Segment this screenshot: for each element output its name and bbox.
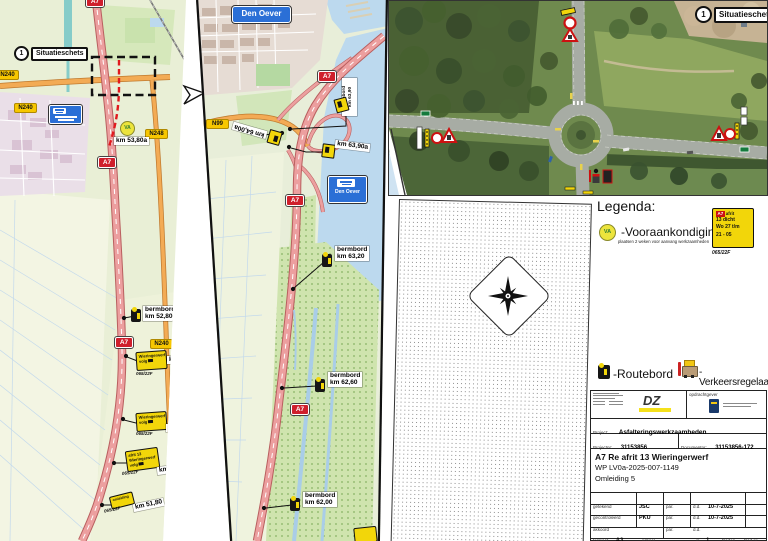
signoff-row-gecontroleerd: gecontroleerd PKU par. d.d. 10-7-2025	[591, 504, 766, 521]
bermbord-line2: km 63,90	[348, 86, 354, 108]
ref-number: 1	[695, 6, 712, 23]
routebord-label: -Routebord	[613, 367, 674, 381]
bermbord-line2: km 52,80	[145, 313, 173, 321]
vooraankondiging-label: -Vooraankondiging	[621, 225, 722, 239]
vooraankondiging-icon: VA	[599, 224, 616, 241]
legend-title: Legenda:	[597, 198, 656, 214]
route-sign-inner-panel	[53, 108, 66, 114]
bermbord-line1: bermbord	[337, 246, 368, 253]
left-map-art	[0, 0, 186, 541]
bermbord-label: bermbord km 52,80	[143, 306, 178, 321]
map-ref-situatieschets: 1 Situatieschets	[14, 46, 89, 61]
drawing-title: A7 Re afrit 13 Wieringerwerf WP LV0a-202…	[591, 449, 766, 493]
sample-sign-line: afrit	[725, 211, 735, 216]
company-block: DZ	[591, 391, 687, 418]
routebord-icon	[290, 496, 300, 511]
sample-sign-road: A7	[716, 211, 725, 217]
plan-area-hatched	[390, 199, 592, 541]
km-label: km 52,20	[166, 424, 196, 432]
formaat-row: formaat A3 schaal nvt in 1 bladen blad n…	[591, 527, 766, 541]
mini-shield-chip	[138, 461, 144, 466]
a7-shield: A7	[97, 156, 117, 169]
km-label: km 53,80a	[114, 137, 150, 145]
junction-sign-number-box	[337, 179, 355, 187]
aerial-photo: 1 Situatieschets	[388, 0, 768, 196]
client-block: opdrachtgever	[687, 391, 766, 418]
a7-shield: A7	[85, 0, 105, 8]
title-line-2: WP LV0a-2025-007-1149	[595, 463, 679, 473]
bermbord-line2: km 63,20	[337, 253, 365, 261]
bermbord-label: bermbord km 62,60	[328, 372, 363, 387]
aerial-art	[389, 1, 767, 195]
signoff-row-akkoord: akkoord par. d.d.	[591, 516, 766, 531]
km-label: km 52,70	[167, 356, 197, 364]
project-row: Project: Asfalteringswerkzaamheden	[591, 419, 766, 436]
n240-shield: N240	[14, 103, 37, 113]
sample-sign-line: 13 dicht	[716, 216, 735, 223]
ref-number: 1	[14, 46, 29, 61]
junction-sign-name: Den Oever	[334, 189, 360, 195]
mini-shield-chip	[148, 358, 154, 363]
sign-line: volg	[138, 358, 148, 364]
ref-label: Situatieschets	[714, 6, 767, 23]
title-block: DZ opdrachtgever Project: Asfalteringswe…	[590, 390, 767, 541]
n240-shield: N240	[150, 339, 173, 349]
mini-sign-icon	[321, 143, 336, 159]
bermbord-label: bermbord km 63,20	[335, 246, 370, 261]
detour-sign-cut	[353, 525, 378, 541]
junction-sign-den-oever: Den Oever	[327, 175, 368, 204]
vooraankondiging-marker: VA	[120, 121, 135, 136]
client-logo	[709, 399, 719, 413]
verkeersregelaar-icon	[678, 360, 698, 378]
detail-map: Den Oever A7 N99 km 64,00a bermbord km 6…	[196, 0, 388, 541]
sign-line: volg	[129, 461, 139, 468]
a7-shield: A7	[285, 194, 305, 207]
bermbord-line2: km 62,00	[305, 499, 333, 507]
ref-label: Situatieschets	[31, 46, 89, 61]
title-line-1: A7 Re afrit 13 Wieringerwerf	[595, 452, 709, 462]
bermbord-line1: bermbord	[305, 492, 336, 499]
bermbord-line1: bermbord	[145, 306, 176, 313]
signoff-row-getekend: getekend JSC par. d.d. 10-7-2025	[591, 493, 766, 509]
routebord-icon	[315, 377, 325, 392]
a7-shield: A7	[317, 70, 337, 83]
detour-sign-1: Wieringerwerf volg	[135, 349, 168, 372]
sign-code: 065/22F	[136, 431, 153, 436]
town-sign-den-oever: Den Oever	[231, 5, 292, 24]
legend-sample-sign: A7 afrit 13 dicht Wo 27 t/m 21 - 05	[712, 208, 754, 248]
a7-shield: A7	[114, 336, 134, 349]
sample-sign-code: 065/22F	[712, 250, 731, 256]
sign-line: omleiding	[112, 494, 130, 503]
mini-shield-chip	[148, 419, 154, 424]
blue-route-sign	[48, 104, 83, 125]
titleblock-header: DZ opdrachtgever	[591, 391, 766, 419]
logo-underline	[639, 408, 671, 412]
sign-line: volg	[138, 419, 148, 425]
sign-code: 065/22F	[136, 371, 153, 376]
routebord-icon	[598, 363, 610, 379]
vooraankondiging-subtext: plaatsen 2 weken voor aanvang werkzaamhe…	[618, 239, 710, 244]
detour-sign-2: Wieringerwerf volg	[135, 410, 168, 433]
opdrachtgever-label: opdrachtgever	[689, 391, 718, 397]
company-logo: DZ	[643, 393, 661, 408]
bermbord-label: bermbord km 62,00	[303, 492, 338, 507]
routebord-icon	[322, 252, 332, 267]
numbers-row: Projectnr: 31153856 Documentnr: 31153856…	[591, 434, 766, 451]
title-line-3: Omleiding 5	[595, 474, 636, 484]
sample-sign-line: 21 - 05	[716, 231, 732, 238]
traffic-plan-sheet: A7 1 Situatieschets N240 N240 N248 VA km…	[0, 0, 768, 541]
map-ref-situatieschets: 1 Situatieschets	[695, 6, 767, 23]
routebord-icon	[131, 307, 141, 322]
compass-rose-icon	[488, 276, 528, 316]
km-label: km 64,00a	[231, 121, 268, 139]
a7-shield: A7	[290, 403, 310, 416]
bermbord-line2: km 62,60	[330, 379, 358, 387]
sample-sign-line: Wo 27 t/m	[716, 224, 740, 231]
bermbord-line1: bermbord	[330, 372, 361, 379]
left-overview-map: A7 1 Situatieschets N240 N240 N248 VA km…	[0, 0, 186, 541]
detail-map-art	[196, 0, 388, 541]
verkeersregelaar-label: -Verkeersregelaar	[699, 367, 768, 388]
n240-shield: N240	[0, 70, 19, 80]
